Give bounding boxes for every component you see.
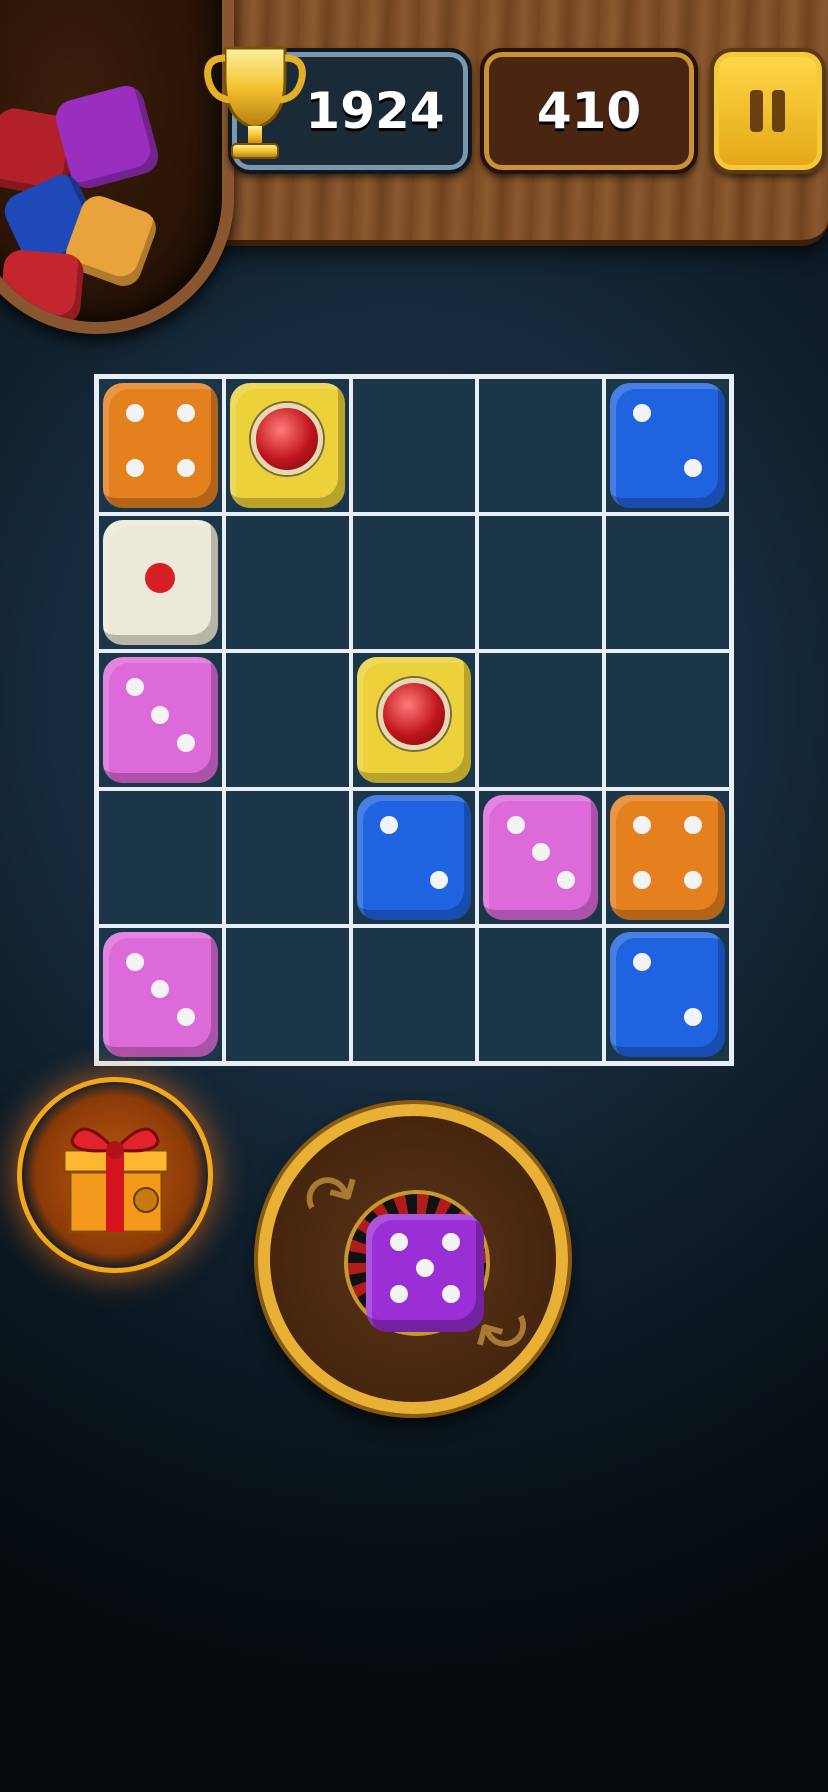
board-cell[interactable] <box>477 377 605 515</box>
die-pip <box>151 980 170 999</box>
die-pip <box>126 459 145 478</box>
die-pip <box>557 870 576 889</box>
board-cell[interactable] <box>477 651 605 789</box>
board-cell[interactable] <box>604 788 731 926</box>
board-cell[interactable] <box>223 514 351 652</box>
board-cell[interactable] <box>350 925 478 1063</box>
board-cell[interactable] <box>223 651 351 789</box>
board-cell[interactable] <box>97 925 224 1063</box>
die-pip <box>633 404 652 423</box>
die-pip <box>126 952 145 971</box>
board-cell[interactable] <box>477 788 605 926</box>
die-tile <box>610 383 725 509</box>
die-pip <box>176 459 195 478</box>
board-cell[interactable] <box>477 514 605 652</box>
die-pip <box>633 870 652 889</box>
die-tile <box>610 794 725 920</box>
gift-button[interactable] <box>22 1082 208 1268</box>
die-pip <box>126 678 145 697</box>
board-cell[interactable] <box>604 925 731 1063</box>
die-pip <box>683 1007 702 1026</box>
board-cell[interactable] <box>223 925 351 1063</box>
next-die[interactable] <box>366 1214 484 1332</box>
die-pip <box>390 1285 409 1304</box>
board-cell[interactable] <box>223 377 351 515</box>
die-tile <box>103 383 218 509</box>
die-pip <box>441 1233 460 1252</box>
board-cell[interactable] <box>477 925 605 1063</box>
current-score-value: 410 <box>536 82 642 140</box>
die-pip <box>633 815 652 834</box>
die-pip <box>416 1259 434 1278</box>
gift-icon <box>62 1127 170 1234</box>
bowl-die-icon <box>0 248 85 322</box>
die-pip <box>176 404 195 423</box>
current-score-box: 410 <box>480 48 698 174</box>
die-pip <box>506 815 525 834</box>
die-pip <box>430 870 449 889</box>
game-board <box>94 374 734 1066</box>
die-tile <box>356 657 472 783</box>
gem-icon <box>251 403 324 476</box>
die-pip <box>151 705 170 724</box>
die-tile <box>103 520 218 646</box>
die-pip <box>683 459 702 478</box>
board-cell[interactable] <box>350 788 478 926</box>
die-pip <box>390 1233 409 1252</box>
die-tile <box>356 794 472 920</box>
die-pip <box>683 815 702 834</box>
board-cell[interactable] <box>97 651 224 789</box>
next-die-rotator[interactable]: ↷ ↷ <box>258 1104 568 1414</box>
die-tile <box>483 794 599 920</box>
die-tile <box>229 383 345 509</box>
best-score-value: 1924 <box>305 82 445 140</box>
board-cell[interactable] <box>97 377 224 515</box>
die-pip <box>145 562 176 593</box>
board-cell[interactable] <box>350 377 478 515</box>
die-pip <box>683 870 702 889</box>
board-cell[interactable] <box>97 788 224 926</box>
die-pip <box>176 733 195 752</box>
board-cell[interactable] <box>604 514 731 652</box>
trophy-icon <box>204 46 306 159</box>
die-pip <box>176 1007 195 1026</box>
dice-bowl-decoration <box>0 0 234 334</box>
board-cell[interactable] <box>223 788 351 926</box>
board-cell[interactable] <box>604 651 731 789</box>
die-pip <box>126 404 145 423</box>
die-tile <box>103 657 218 783</box>
board-cell[interactable] <box>97 514 224 652</box>
board-cell[interactable] <box>604 377 731 515</box>
board-cell[interactable] <box>350 651 478 789</box>
die-pip <box>379 815 398 834</box>
die-pip <box>633 952 652 971</box>
die-tile <box>103 931 218 1057</box>
die-pip <box>531 843 550 862</box>
die-pip <box>441 1285 460 1304</box>
die-tile <box>610 931 725 1057</box>
board-cell[interactable] <box>350 514 478 652</box>
pause-button[interactable] <box>710 48 826 174</box>
gem-icon <box>377 677 450 750</box>
